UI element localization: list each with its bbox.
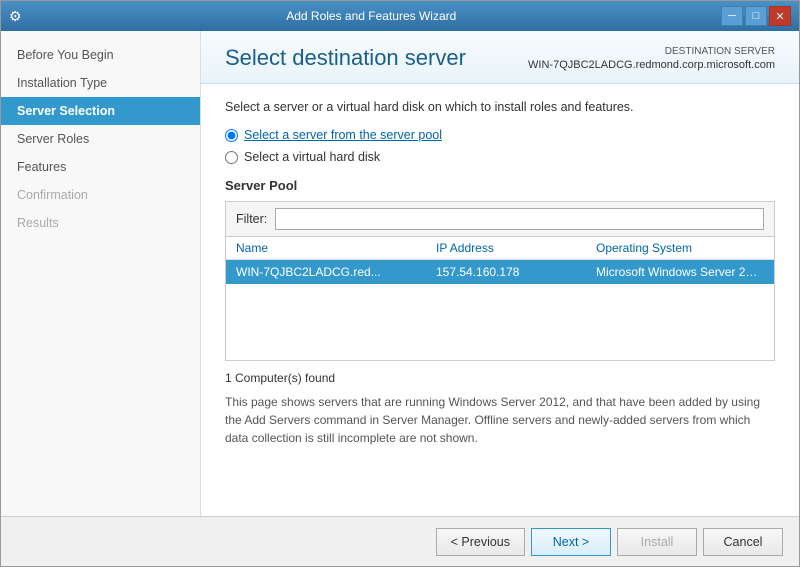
sidebar-item-results: Results xyxy=(1,209,200,237)
radio-vhd-label[interactable]: Select a virtual hard disk xyxy=(244,150,380,164)
page-header: Select destination server DESTINATION SE… xyxy=(201,31,799,84)
sidebar-item-server-roles[interactable]: Server Roles xyxy=(1,125,200,153)
window-controls: ─ □ ✕ xyxy=(721,6,791,26)
previous-button[interactable]: < Previous xyxy=(436,528,525,556)
filter-label: Filter: xyxy=(236,212,267,226)
col-os: Operating System xyxy=(596,241,764,255)
row-ip: 157.54.160.178 xyxy=(436,265,596,279)
row-name: WIN-7QJBC2LADCG.red... xyxy=(236,265,436,279)
server-pool-container: Filter: Name IP Address Operating System… xyxy=(225,201,775,361)
count-text: 1 Computer(s) found xyxy=(225,371,775,385)
maximize-button[interactable]: □ xyxy=(745,6,767,26)
server-pool-label: Server Pool xyxy=(225,178,775,193)
destination-server-name: WIN-7QJBC2LADCG.redmond.corp.microsoft.c… xyxy=(528,59,775,71)
table-body: WIN-7QJBC2LADCG.red... 157.54.160.178 Mi… xyxy=(226,260,774,360)
radio-pool-label[interactable]: Select a server from the server pool xyxy=(244,128,442,142)
radio-vhd-input[interactable] xyxy=(225,151,238,164)
filter-row: Filter: xyxy=(226,202,774,237)
radio-option-pool: Select a server from the server pool xyxy=(225,128,775,142)
install-button[interactable]: Install xyxy=(617,528,697,556)
page-title: Select destination server xyxy=(225,45,466,71)
window-title: Add Roles and Features Wizard xyxy=(22,9,721,23)
radio-group: Select a server from the server pool Sel… xyxy=(225,128,775,164)
sidebar-item-confirmation: Confirmation xyxy=(1,181,200,209)
radio-pool-input[interactable] xyxy=(225,129,238,142)
page-area: Select destination server DESTINATION SE… xyxy=(201,31,799,516)
col-ip: IP Address xyxy=(436,241,596,255)
close-button[interactable]: ✕ xyxy=(769,6,791,26)
main-content: Before You Begin Installation Type Serve… xyxy=(1,31,799,516)
sidebar: Before You Begin Installation Type Serve… xyxy=(1,31,201,516)
instruction-text: Select a server or a virtual hard disk o… xyxy=(225,100,775,114)
sidebar-item-before-you-begin[interactable]: Before You Begin xyxy=(1,41,200,69)
filter-input[interactable] xyxy=(275,208,764,230)
footer: < Previous Next > Install Cancel xyxy=(1,516,799,566)
radio-option-vhd: Select a virtual hard disk xyxy=(225,150,775,164)
col-name: Name xyxy=(236,241,436,255)
table-row[interactable]: WIN-7QJBC2LADCG.red... 157.54.160.178 Mi… xyxy=(226,260,774,284)
minimize-button[interactable]: ─ xyxy=(721,6,743,26)
destination-server-label: DESTINATION SERVER xyxy=(528,45,775,59)
table-header: Name IP Address Operating System xyxy=(226,237,774,260)
server-pool: Filter: Name IP Address Operating System… xyxy=(225,201,775,361)
info-text: This page shows servers that are running… xyxy=(225,393,775,447)
sidebar-item-installation-type[interactable]: Installation Type xyxy=(1,69,200,97)
page-body: Select a server or a virtual hard disk o… xyxy=(201,84,799,516)
title-bar: ⚙ Add Roles and Features Wizard ─ □ ✕ xyxy=(1,1,799,31)
row-os: Microsoft Windows Server 2012 R2 Datacen… xyxy=(596,265,764,279)
next-button[interactable]: Next > xyxy=(531,528,611,556)
window-icon: ⚙ xyxy=(9,8,22,25)
sidebar-item-features[interactable]: Features xyxy=(1,153,200,181)
wizard-window: ⚙ Add Roles and Features Wizard ─ □ ✕ Be… xyxy=(0,0,800,567)
cancel-button[interactable]: Cancel xyxy=(703,528,783,556)
sidebar-item-server-selection[interactable]: Server Selection xyxy=(1,97,200,125)
